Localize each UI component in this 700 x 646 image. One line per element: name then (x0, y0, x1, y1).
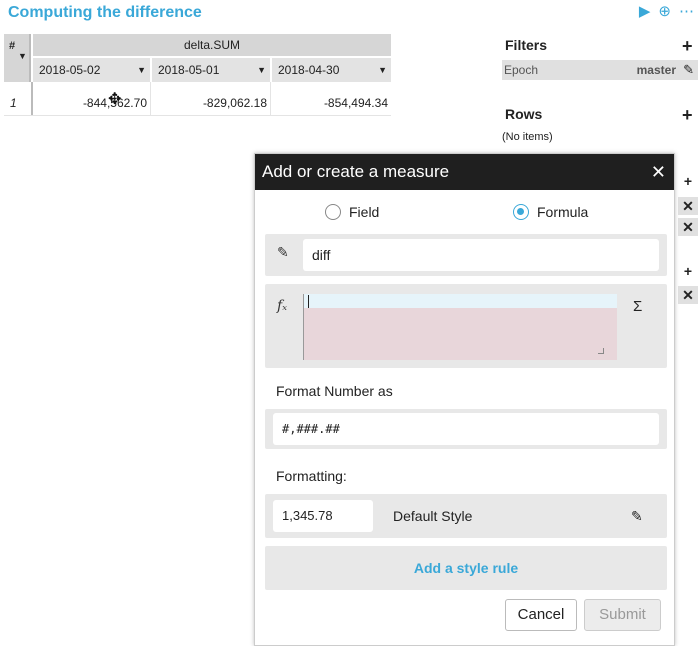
filter-value: master (636, 63, 676, 77)
row-index-label: # (9, 40, 16, 52)
function-icon: fₓ (277, 298, 288, 314)
header-toolbar: ▶ ⊕ ⋯ (639, 3, 694, 21)
add-measure-dialog: Add or create a measure ✕ Field Formula … (254, 153, 675, 646)
column-header-date-1[interactable]: 2018-05-02 ▼ (33, 58, 150, 82)
format-input[interactable]: #,###.## (273, 413, 659, 445)
radio-circle[interactable] (325, 204, 341, 220)
radio-circle[interactable] (513, 204, 529, 220)
remove-button[interactable]: ✕ (678, 286, 698, 304)
rows-title: Rows (505, 106, 543, 122)
divider (270, 82, 271, 116)
row-index: 1 (10, 96, 17, 110)
filter-name: Epoch (504, 63, 539, 77)
more-icon[interactable]: ⋯ (679, 3, 694, 21)
close-icon[interactable]: ✕ (651, 154, 666, 190)
filter-item-epoch[interactable]: Epoch master ✎ (502, 60, 698, 80)
formatting-label: Formatting: (276, 468, 347, 484)
text-caret (308, 295, 309, 308)
column-header-label: 2018-04-30 (278, 63, 340, 77)
pencil-icon: ✎ (277, 244, 289, 260)
dialog-header: Add or create a measure ✕ (255, 154, 674, 190)
filters-title: Filters (505, 37, 548, 53)
format-number-label: Format Number as (276, 383, 393, 399)
radio-field[interactable]: Field (325, 204, 379, 220)
pencil-icon[interactable]: ✎ (683, 60, 694, 80)
formatting-row: 1,345.78 Default Style ✎ (265, 494, 667, 538)
dialog-title: Add or create a measure (262, 162, 450, 181)
resize-handle-icon[interactable] (598, 348, 604, 354)
measure-header: delta.SUM (33, 34, 391, 56)
add-filter-button[interactable]: + (682, 37, 693, 55)
rows-empty-text: (No items) (502, 131, 553, 143)
style-name: Default Style (393, 508, 473, 524)
radio-label: Field (349, 204, 380, 220)
format-sample: 1,345.78 (273, 500, 373, 532)
chevron-down-icon[interactable]: ▼ (137, 58, 146, 82)
radio-formula[interactable]: Formula (513, 204, 588, 220)
table-cell[interactable]: -854,494.34 (272, 96, 391, 110)
column-header-date-3[interactable]: 2018-04-30 ▼ (272, 58, 391, 82)
add-style-rule-button[interactable]: Add a style rule (265, 546, 667, 590)
formula-editor[interactable] (303, 294, 617, 360)
add-button[interactable]: + (678, 172, 698, 190)
radio-label: Formula (537, 204, 589, 220)
formula-row: fₓ Σ (265, 284, 667, 368)
page-title: Computing the difference (8, 4, 202, 21)
row-index-header[interactable]: # ▼ (4, 34, 31, 82)
column-header-date-2[interactable]: 2018-05-01 ▼ (152, 58, 270, 82)
add-style-rule-row: Add a style rule (265, 546, 667, 590)
formula-active-line (304, 294, 617, 308)
cancel-button[interactable]: Cancel (505, 599, 577, 631)
mouse-cursor-icon: ✥ (108, 91, 122, 108)
table-cell[interactable]: -829,062.18 (152, 96, 270, 110)
submit-button[interactable]: Submit (584, 599, 661, 631)
table-cell[interactable]: -844,562.70 (33, 96, 150, 110)
column-header-label: 2018-05-01 (158, 63, 220, 77)
pencil-icon[interactable]: ✎ (631, 500, 643, 532)
add-row-button[interactable]: + (682, 106, 693, 124)
pivot-table: # ▼ delta.SUM 2018-05-02 ▼ 2018-05-01 ▼ … (4, 34, 391, 116)
add-button[interactable]: + (678, 262, 698, 280)
format-row: #,###.## (265, 409, 667, 449)
chevron-down-icon[interactable]: ▼ (378, 58, 387, 82)
sigma-icon[interactable]: Σ (633, 298, 642, 315)
remove-button[interactable]: ✕ (678, 218, 698, 236)
zoom-in-icon[interactable]: ⊕ (658, 3, 671, 21)
divider (150, 82, 151, 116)
measure-name-input[interactable]: diff (303, 239, 659, 271)
divider (4, 115, 391, 116)
remove-button[interactable]: ✕ (678, 197, 698, 215)
play-icon[interactable]: ▶ (639, 3, 651, 21)
column-header-label: 2018-05-02 (39, 63, 101, 77)
chevron-down-icon[interactable]: ▼ (18, 51, 27, 61)
name-row: ✎ diff (265, 234, 667, 276)
chevron-down-icon[interactable]: ▼ (257, 58, 266, 82)
